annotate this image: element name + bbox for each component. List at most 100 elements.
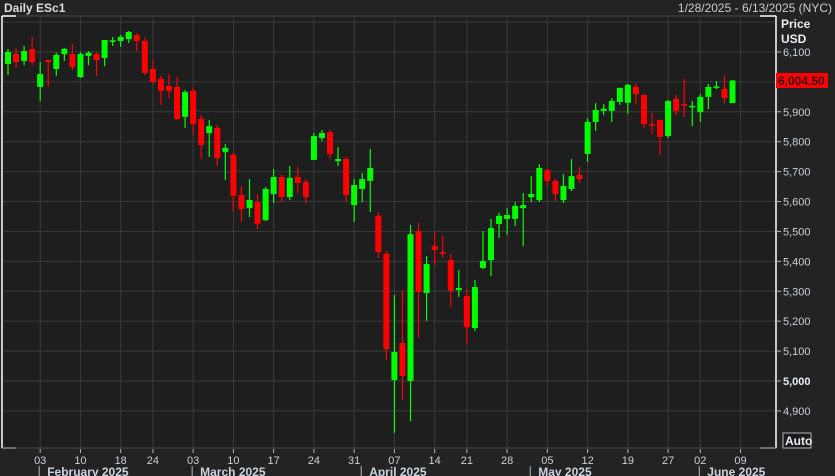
candle-body: [29, 48, 36, 63]
candle-body: [488, 228, 494, 261]
candle-body: [463, 296, 470, 328]
candle-body: [689, 105, 696, 108]
candle-body: [61, 48, 68, 55]
candle-body: [431, 246, 438, 250]
price-tick-label: 5,800: [783, 137, 811, 149]
candle-body: [45, 60, 52, 63]
candle-body: [230, 154, 237, 196]
candle-body: [327, 132, 333, 154]
candle-body: [512, 206, 519, 219]
candle-body: [238, 194, 245, 209]
candle-body: [496, 215, 503, 224]
candle-body: [616, 87, 623, 102]
date-range: 1/28/2025 - 6/13/2025 (NYC): [677, 1, 832, 15]
date-tick-label: 19: [622, 455, 634, 467]
candle-body: [69, 54, 76, 67]
price-tick-label: 5,400: [783, 256, 811, 268]
candle-body: [182, 92, 189, 117]
price-tick-label: 5,300: [783, 286, 811, 298]
candle: [640, 94, 647, 128]
month-label: February 2025: [47, 465, 129, 476]
candle-body: [214, 127, 221, 159]
currency-label: USD: [781, 32, 807, 46]
candle-body: [399, 343, 406, 376]
price-tick-label: 5,900: [783, 107, 811, 119]
candle-body: [705, 86, 712, 97]
candle-body: [254, 202, 261, 224]
candle-body: [544, 170, 551, 181]
auto-scale-button[interactable]: Auto: [782, 432, 812, 449]
candle-body: [310, 136, 317, 160]
candle-body: [270, 176, 277, 195]
date-tick-label: 24: [147, 455, 159, 467]
candle-body: [166, 86, 172, 91]
candle-body: [423, 264, 430, 294]
candle-body: [21, 51, 28, 61]
candle-body: [657, 119, 664, 137]
candle-body: [318, 133, 325, 139]
month-label: March 2025: [200, 465, 266, 476]
candle-body: [407, 234, 414, 381]
auto-button-label[interactable]: Auto: [785, 434, 812, 448]
candle-body: [649, 124, 655, 126]
candle-body: [278, 176, 285, 198]
candle-body: [568, 176, 575, 189]
candle-body: [343, 159, 350, 195]
candle-body: [190, 90, 197, 125]
candle-body: [262, 188, 269, 221]
candle-body: [133, 34, 140, 41]
candle: [310, 133, 317, 160]
candle-body: [77, 54, 84, 78]
candle-body: [367, 168, 374, 181]
candle: [375, 211, 382, 259]
candle-body: [5, 51, 11, 64]
candle-body: [455, 287, 462, 291]
candle-body: [504, 214, 511, 219]
price-axis: 4,900 5,000 5,100 5,200 5,300 5,400 5,500 5,600…: [776, 47, 811, 418]
candle-body: [117, 36, 124, 41]
candle-body: [13, 54, 20, 63]
candle-body: [576, 174, 583, 180]
date-tick-label: 21: [461, 455, 473, 467]
candle-body: [294, 176, 301, 183]
date-tick-label: 27: [662, 455, 674, 467]
date-tick-label: 02: [694, 455, 706, 467]
candle: [729, 80, 736, 104]
candle-body: [391, 351, 398, 381]
month-label: June 2025: [707, 465, 765, 476]
candle-body: [471, 287, 478, 329]
candle-body: [665, 101, 672, 137]
candle-body: [713, 86, 720, 88]
candle-body: [85, 52, 92, 56]
candle-body: [149, 69, 156, 82]
candle-body: [359, 179, 366, 189]
candle-body: [415, 231, 422, 292]
candle: [665, 99, 672, 139]
plot-area: [1, 15, 777, 449]
candle-body: [729, 80, 736, 104]
date-tick-label: 14: [429, 455, 441, 467]
candle-body: [697, 96, 704, 113]
price-tick-label: 4,900: [783, 406, 811, 418]
candle-body: [439, 252, 446, 254]
candle-body: [198, 118, 205, 145]
candle-body: [673, 98, 680, 111]
candle-body: [53, 54, 60, 70]
candle-body: [93, 54, 100, 61]
candle-body: [125, 31, 132, 40]
candle-body: [681, 104, 688, 106]
candle-body: [608, 101, 615, 111]
candle-body: [206, 126, 213, 134]
date-tick-label: 31: [348, 455, 360, 467]
month-label: April 2025: [369, 465, 427, 476]
date-tick-label: 03: [34, 455, 46, 467]
candle-body: [37, 74, 44, 87]
price-tick-label: 5,700: [783, 167, 811, 179]
date-axis: 03 10 18 24 03 10 17 24 31 07 14 21 28 05 12 19 27 02 09Fe…: [2, 447, 776, 476]
candle-body: [479, 261, 486, 268]
candle: [262, 186, 269, 221]
candle-body: [721, 89, 728, 99]
price-tick-label: 5,100: [783, 346, 811, 358]
candle-body: [640, 95, 647, 125]
candle-body: [335, 159, 342, 162]
